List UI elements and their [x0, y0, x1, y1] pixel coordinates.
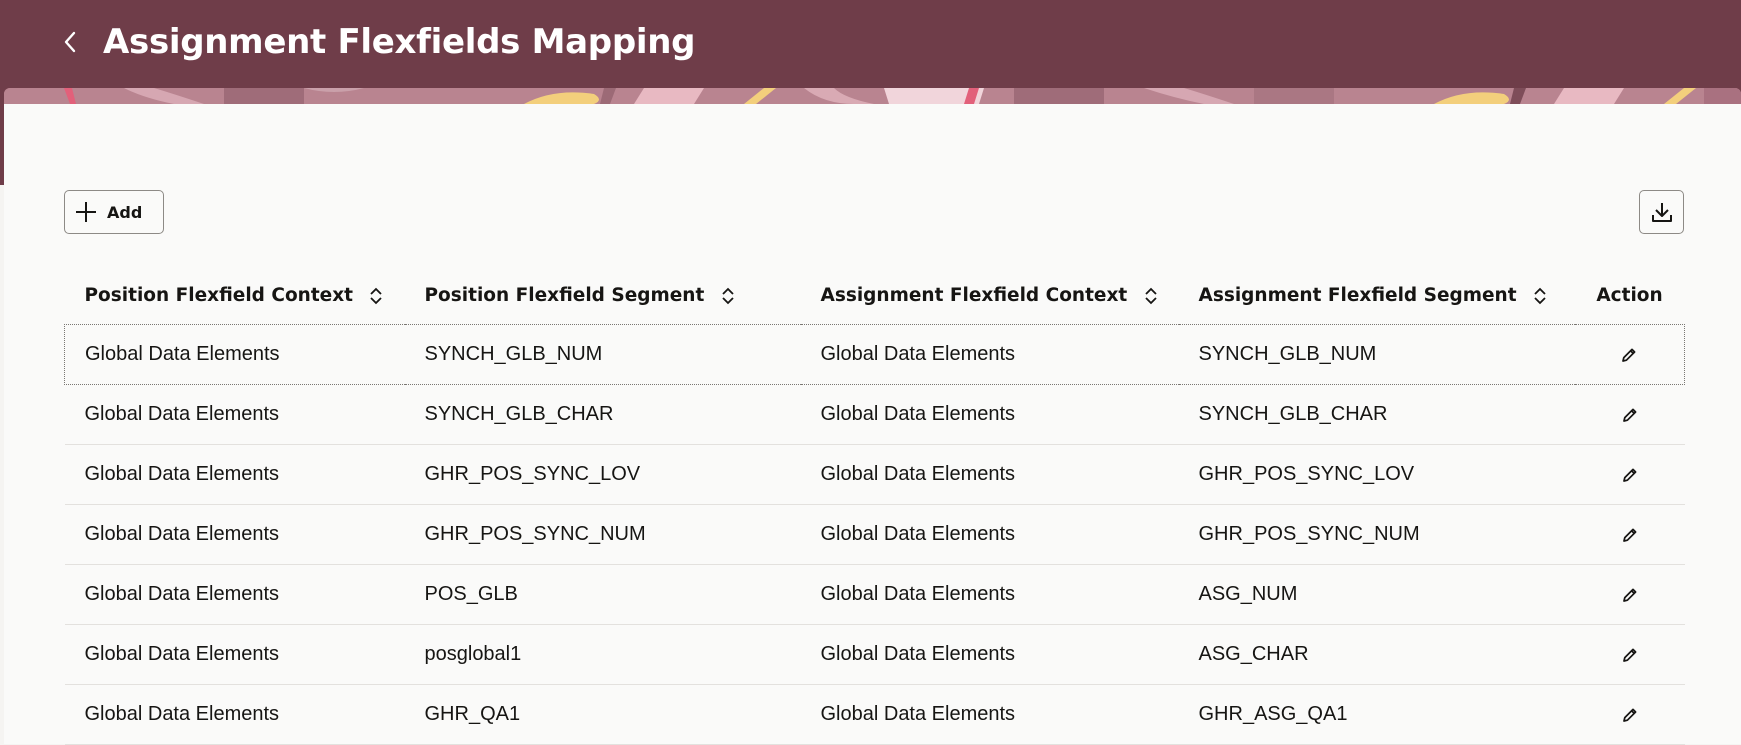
table-cell: Global Data Elements [800, 444, 1179, 505]
column-header-label: Position Flexfield Context [84, 284, 354, 306]
pencil-icon [1622, 408, 1636, 422]
table-cell: SYNCH_GLB_CHAR [404, 384, 801, 445]
table-cell: Global Data Elements [64, 384, 405, 445]
table-cell: Global Data Elements [800, 504, 1179, 565]
table-row[interactable]: Global Data Elements posglobal1 Global Dat… [64, 624, 1685, 685]
action-cell [1574, 384, 1685, 445]
action-cell [1574, 444, 1685, 505]
action-cell [1574, 504, 1685, 565]
table-cell: Global Data Elements [64, 324, 405, 385]
pencil-icon [1622, 588, 1636, 602]
edit-button[interactable] [1615, 640, 1645, 670]
header-banner-decoration [4, 88, 1741, 104]
sort-icon[interactable] [721, 286, 735, 306]
table-cell: Global Data Elements [800, 684, 1179, 745]
pencil-icon [1622, 648, 1636, 662]
flexfield-mapping-table: Position Flexfield Context Position Flex… [64, 266, 1685, 745]
column-header-position-context[interactable]: Position Flexfield Context [65, 266, 405, 325]
table-cell: ASG_CHAR [1178, 624, 1575, 685]
column-header-assignment-context[interactable]: Assignment Flexfield Context [801, 266, 1179, 325]
add-button[interactable]: Add [64, 190, 164, 234]
action-cell [1574, 684, 1685, 745]
edit-button[interactable] [1615, 520, 1645, 550]
table-row[interactable]: Global Data Elements GHR_QA1 Global Data E… [64, 684, 1685, 745]
plus-icon [76, 202, 96, 222]
table-row[interactable]: Global Data Elements GHR_POS_SYNC_NUM Glob… [64, 504, 1685, 565]
action-cell [1574, 624, 1685, 685]
table-row[interactable]: Global Data Elements SYNCH_GLB_CHAR Global… [64, 384, 1685, 445]
table-cell: Global Data Elements [800, 564, 1179, 625]
column-header-label: Assignment Flexfield Context [820, 284, 1128, 306]
export-button[interactable] [1639, 190, 1684, 234]
pencil-icon [1622, 708, 1636, 722]
table-body: Global Data Elements SYNCH_GLB_NUM Global … [64, 324, 1685, 745]
sort-icon[interactable] [1144, 286, 1158, 306]
table-row[interactable]: Global Data Elements GHR_POS_SYNC_LOV Glob… [64, 444, 1685, 505]
action-cell [1574, 324, 1685, 385]
edit-button[interactable] [1614, 340, 1644, 370]
table-cell: GHR_POS_SYNC_LOV [1178, 444, 1575, 505]
page-title: Assignment Flexfields Mapping [103, 22, 696, 62]
table-cell: Global Data Elements [64, 564, 405, 625]
back-button[interactable] [56, 24, 84, 60]
table-cell: posglobal1 [404, 624, 801, 685]
edit-button[interactable] [1615, 700, 1645, 730]
table-header-row: Position Flexfield Context Position Flex… [65, 266, 1685, 325]
column-header-label: Assignment Flexfield Segment [1198, 284, 1517, 306]
sort-icon[interactable] [1533, 286, 1547, 306]
table-cell: SYNCH_GLB_NUM [404, 324, 801, 385]
pencil-icon [1622, 348, 1636, 362]
chevron-left-icon [64, 31, 76, 53]
edit-button[interactable] [1615, 400, 1645, 430]
edit-button[interactable] [1615, 580, 1645, 610]
table-cell: Global Data Elements [64, 504, 405, 565]
pencil-icon [1622, 468, 1636, 482]
add-button-label: Add [107, 202, 143, 222]
header-bar: Assignment Flexfields Mapping [0, 0, 1741, 88]
table-cell: GHR_POS_SYNC_NUM [404, 504, 801, 565]
table-cell: GHR_QA1 [404, 684, 801, 745]
table-cell: SYNCH_GLB_NUM [1178, 324, 1575, 385]
column-header-action: Action [1596, 284, 1663, 306]
table-cell: Global Data Elements [800, 324, 1179, 385]
column-header-label: Position Flexfield Segment [424, 284, 705, 306]
pencil-icon [1622, 528, 1636, 542]
table-cell: Global Data Elements [64, 684, 405, 745]
table-cell: GHR_POS_SYNC_NUM [1178, 504, 1575, 565]
edit-button[interactable] [1615, 460, 1645, 490]
table-cell: ASG_NUM [1178, 564, 1575, 625]
table-cell: Global Data Elements [800, 624, 1179, 685]
table-cell: GHR_POS_SYNC_LOV [404, 444, 801, 505]
action-cell [1574, 564, 1685, 625]
table-row[interactable]: Global Data Elements POS_GLB Global Data E… [64, 564, 1685, 625]
table-cell: Global Data Elements [64, 444, 405, 505]
column-header-assignment-segment[interactable]: Assignment Flexfield Segment [1179, 266, 1575, 325]
table-cell: Global Data Elements [64, 624, 405, 685]
table-cell: GHR_ASG_QA1 [1178, 684, 1575, 745]
download-icon [1651, 203, 1672, 222]
banner-pattern [4, 88, 1741, 104]
table-row[interactable]: Global Data Elements SYNCH_GLB_NUM Global … [64, 324, 1685, 385]
table-cell: SYNCH_GLB_CHAR [1178, 384, 1575, 445]
table-cell: Global Data Elements [800, 384, 1179, 445]
table-cell: POS_GLB [404, 564, 801, 625]
column-header-position-segment[interactable]: Position Flexfield Segment [405, 266, 801, 325]
sort-icon[interactable] [369, 286, 383, 306]
